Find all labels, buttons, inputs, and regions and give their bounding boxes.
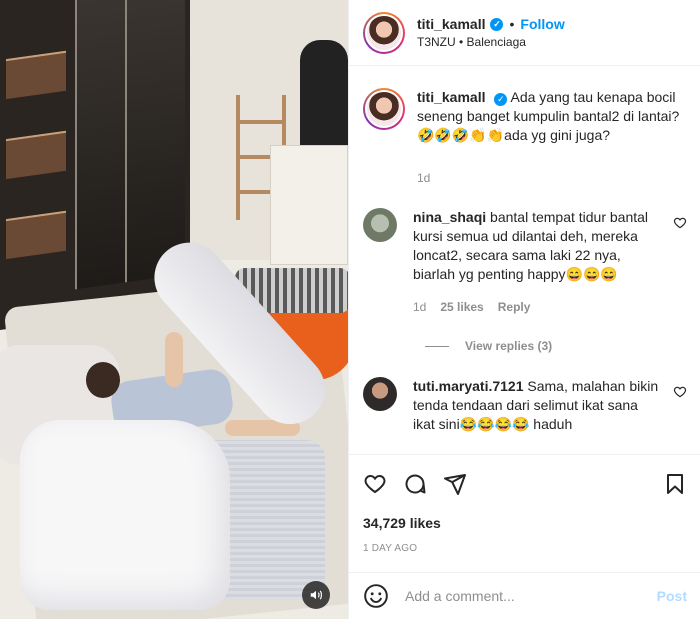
video-dresser: [270, 145, 348, 265]
add-comment-input[interactable]: [405, 588, 657, 604]
post-actions: 34,729 likes 1 DAY AGO: [349, 454, 700, 554]
view-replies-label: View replies (3): [465, 339, 553, 353]
commenter-avatar[interactable]: [363, 208, 397, 242]
view-replies-button[interactable]: View replies (3): [425, 339, 687, 353]
comment-age[interactable]: 1d: [413, 298, 426, 317]
video-person: [300, 40, 348, 150]
heart-icon[interactable]: [673, 385, 687, 399]
comment-icon[interactable]: [403, 472, 427, 496]
separator-dot: •: [509, 16, 515, 32]
post-video[interactable]: [0, 0, 348, 619]
video-child-head: [86, 362, 120, 398]
bookmark-icon[interactable]: [663, 472, 687, 496]
author-username[interactable]: titi_kamall: [417, 16, 485, 32]
share-icon[interactable]: [443, 472, 467, 496]
sound-icon: [310, 590, 322, 600]
reply-button[interactable]: Reply: [498, 298, 531, 317]
sound-toggle-button[interactable]: [302, 581, 330, 609]
post-header: titi_kamall ✓ • Follow T3NZU • Balenciag…: [349, 0, 700, 66]
add-comment-bar: Post: [349, 572, 700, 619]
video-child-arm: [165, 332, 183, 387]
post-date[interactable]: 1 DAY AGO: [363, 543, 687, 554]
heart-icon[interactable]: [363, 472, 387, 496]
comment-item: nina_shaqi bantal tempat tidur bantal ku…: [363, 208, 687, 317]
like-count[interactable]: 34,729 likes: [363, 515, 687, 531]
video-blanket: [20, 420, 230, 610]
post-location[interactable]: T3NZU • Balenciaga: [417, 35, 565, 49]
comment-likes[interactable]: 25 likes: [440, 298, 483, 317]
heart-icon[interactable]: [673, 216, 687, 230]
verified-icon: ✓: [494, 93, 508, 106]
comment-username[interactable]: nina_shaqi: [413, 209, 486, 225]
caption-avatar[interactable]: [363, 88, 405, 130]
verified-icon: ✓: [490, 17, 504, 31]
caption-username[interactable]: titi_kamall: [417, 89, 485, 105]
commenter-avatar[interactable]: [363, 377, 397, 411]
comments-list[interactable]: titi_kamall ✓ Ada yang tau kenapa bocil …: [349, 66, 700, 454]
post-sidebar: titi_kamall ✓ • Follow T3NZU • Balenciag…: [348, 0, 700, 619]
follow-button[interactable]: Follow: [520, 16, 564, 32]
comment-item: tuti.maryati.7121 Sama, malahan bikin te…: [363, 377, 687, 434]
caption: titi_kamall ✓ Ada yang tau kenapa bocil …: [363, 88, 687, 188]
emoji-icon[interactable]: [363, 583, 389, 609]
comment-username[interactable]: tuti.maryati.7121: [413, 378, 524, 394]
caption-age[interactable]: 1d: [417, 169, 430, 188]
author-avatar[interactable]: [363, 11, 405, 54]
post-comment-button[interactable]: Post: [657, 588, 687, 604]
